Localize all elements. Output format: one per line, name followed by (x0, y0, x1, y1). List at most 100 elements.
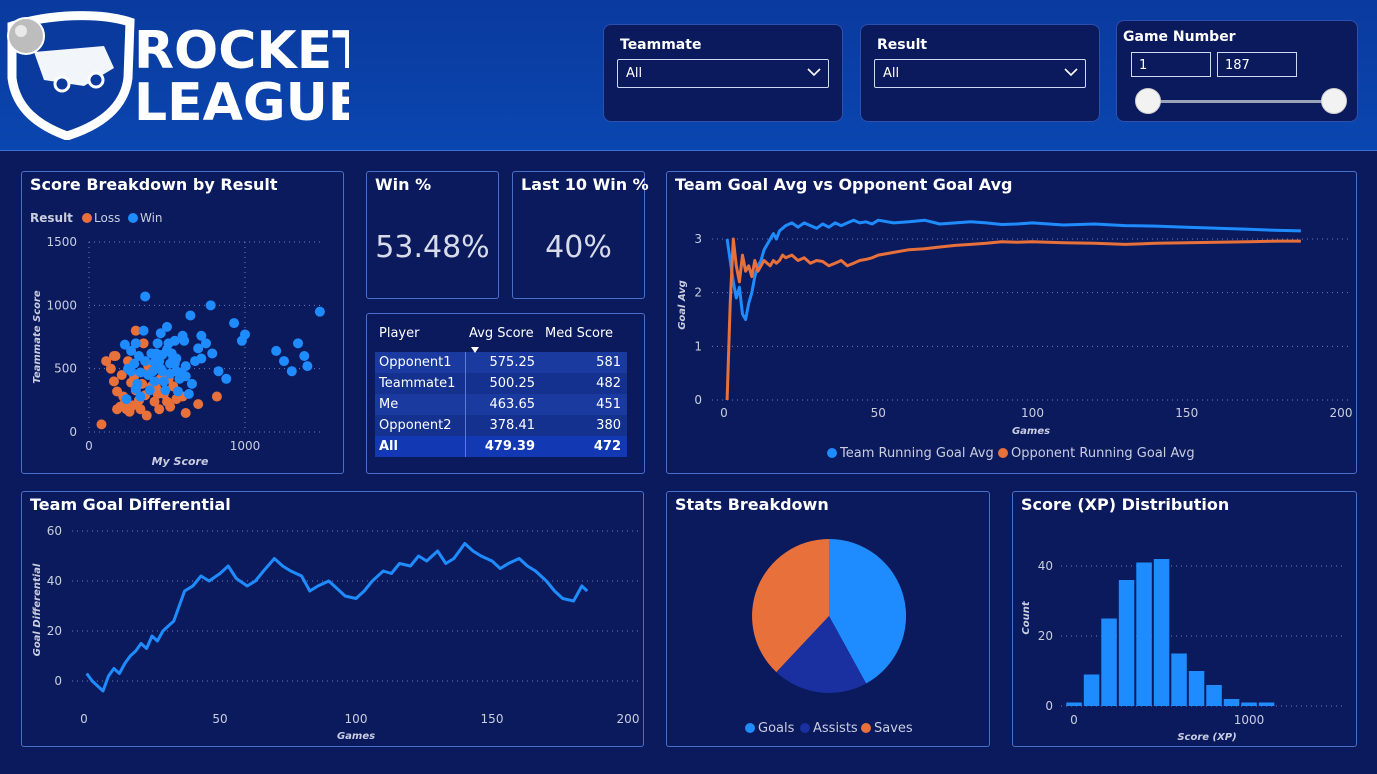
result-filter: Result All (860, 24, 1100, 122)
scatter-point-loss[interactable] (154, 404, 165, 415)
scatter-point-win[interactable] (229, 318, 240, 329)
scatter-point-win[interactable] (160, 385, 171, 396)
histogram-bar[interactable] (1136, 562, 1152, 707)
histogram-bar[interactable] (1223, 699, 1240, 706)
scatter-point-win[interactable] (180, 371, 191, 382)
game-number-min-input[interactable]: 1 (1131, 52, 1211, 77)
scatter-point-win[interactable] (140, 356, 151, 367)
histogram-bar[interactable] (1083, 674, 1100, 707)
line-series-team[interactable] (725, 218, 1301, 321)
histogram-bar[interactable] (1258, 702, 1275, 707)
scatter-point-win[interactable] (185, 310, 196, 321)
scatter-point-win[interactable] (271, 345, 282, 356)
scatter-point-loss[interactable] (108, 351, 119, 361)
scatter-point-win[interactable] (135, 367, 146, 378)
scatter-point-win[interactable] (207, 348, 218, 359)
range-slider-track[interactable] (1147, 100, 1333, 103)
game-number-max-input[interactable]: 187 (1217, 52, 1297, 77)
scatter-point-win[interactable] (302, 361, 313, 372)
scatter-point-win[interactable] (171, 353, 182, 364)
last10-card: Last 10 Win % 40% (512, 171, 649, 299)
scatter-point-win[interactable] (172, 386, 183, 397)
goal-avg-y-label: Goal Avg (677, 280, 688, 330)
cell-total-med: 472 (541, 436, 627, 457)
scatter-point-win[interactable] (221, 373, 232, 384)
cell-total-label: All (375, 436, 466, 457)
scatter-point-win[interactable] (149, 376, 160, 387)
scatter-point-loss[interactable] (180, 408, 191, 418)
scatter-point-win[interactable] (152, 338, 163, 349)
result-dropdown-value: All (883, 66, 900, 81)
y-tick-label: 1000 (46, 298, 77, 312)
col-header-med-score[interactable]: Med Score (541, 322, 627, 352)
histogram-bar[interactable] (1066, 702, 1082, 707)
line-series-opponent[interactable] (725, 237, 1301, 401)
table-row[interactable]: Opponent2 378.41 380 (375, 415, 627, 436)
sort-desc-icon (471, 347, 479, 353)
scatter-point-win[interactable] (162, 321, 172, 332)
scatter-point-win[interactable] (179, 335, 190, 346)
scatter-point-loss[interactable] (211, 391, 222, 402)
y-tick-label: 40 (47, 574, 62, 588)
scatter-point-loss[interactable] (108, 376, 119, 387)
scatter-point-win[interactable] (121, 394, 132, 405)
legend-opponent-marker (998, 448, 1008, 458)
table-row[interactable]: Teammate1 500.25 482 (375, 373, 627, 394)
scatter-point-win[interactable] (147, 366, 158, 377)
histogram-bar[interactable] (1188, 671, 1205, 706)
y-tick-label: 2 (694, 286, 702, 300)
col-header-player[interactable]: Player (375, 322, 465, 352)
table-row[interactable]: Opponent1 575.25 581 (375, 352, 627, 373)
scatter-point-win[interactable] (286, 366, 297, 377)
scatter-point-win[interactable] (236, 335, 247, 346)
scatter-point-win[interactable] (165, 368, 176, 379)
scatter-point-win[interactable] (119, 339, 130, 350)
histogram-bar[interactable] (1118, 580, 1135, 706)
scatter-point-win[interactable] (205, 300, 216, 311)
scatter-point-win[interactable] (157, 349, 168, 360)
scatter-point-win[interactable] (196, 330, 207, 341)
legend-team-marker (827, 448, 837, 458)
cell-avg: 463.65 (465, 394, 541, 415)
histogram-bar[interactable] (1241, 702, 1257, 707)
y-tick-label: 0 (1045, 699, 1053, 713)
teammate-dropdown[interactable]: All (617, 59, 829, 88)
scatter-point-win[interactable] (314, 306, 325, 317)
table-total-row: All 479.39 472 (375, 436, 627, 457)
scatter-point-win[interactable] (299, 351, 310, 361)
histogram-bar[interactable] (1101, 618, 1117, 707)
scatter-point-loss[interactable] (193, 399, 204, 410)
scatter-point-loss[interactable] (162, 396, 172, 407)
player-table-panel: Player Avg Score Med Score Opponent1 575… (366, 313, 645, 474)
histogram-bar[interactable] (1206, 685, 1222, 706)
scatter-point-loss[interactable] (141, 410, 152, 421)
y-tick-label: 40 (1038, 559, 1053, 573)
scatter-point-win[interactable] (138, 325, 149, 336)
histogram-bar[interactable] (1171, 653, 1187, 707)
range-slider-min-handle[interactable] (1135, 88, 1161, 114)
scatter-point-win[interactable] (213, 366, 224, 377)
scatter-point-win[interactable] (126, 366, 137, 377)
cell-avg: 500.25 (465, 373, 541, 394)
scatter-point-win[interactable] (293, 338, 304, 349)
scatter-point-win[interactable] (135, 391, 146, 402)
table-row[interactable]: Me 463.65 451 (375, 394, 627, 415)
scatter-point-win[interactable] (196, 353, 207, 364)
col-header-avg-score[interactable]: Avg Score (465, 322, 541, 353)
y-tick-label: 0 (54, 674, 62, 688)
scatter-point-win[interactable] (279, 356, 289, 367)
legend-saves-marker (861, 723, 871, 733)
scatter-point-win[interactable] (169, 335, 180, 346)
scatter-point-loss[interactable] (112, 404, 123, 415)
line-series-goal-differential[interactable] (85, 542, 589, 693)
range-slider-max-handle[interactable] (1321, 88, 1347, 114)
histogram-bar[interactable] (1153, 559, 1170, 706)
y-tick-label: 1500 (46, 235, 77, 249)
scatter-point-win[interactable] (183, 389, 194, 399)
goal-diff-panel: Team Goal Differential 0 20 40 60 0 50 100 150 2… (21, 491, 644, 747)
scatter-point-win[interactable] (144, 385, 155, 396)
scatter-point-win[interactable] (140, 291, 151, 302)
rocket-league-logo: ROCKET LEAGUE (7, 11, 349, 140)
result-dropdown[interactable]: All (874, 59, 1086, 88)
scatter-point-loss[interactable] (96, 419, 107, 430)
